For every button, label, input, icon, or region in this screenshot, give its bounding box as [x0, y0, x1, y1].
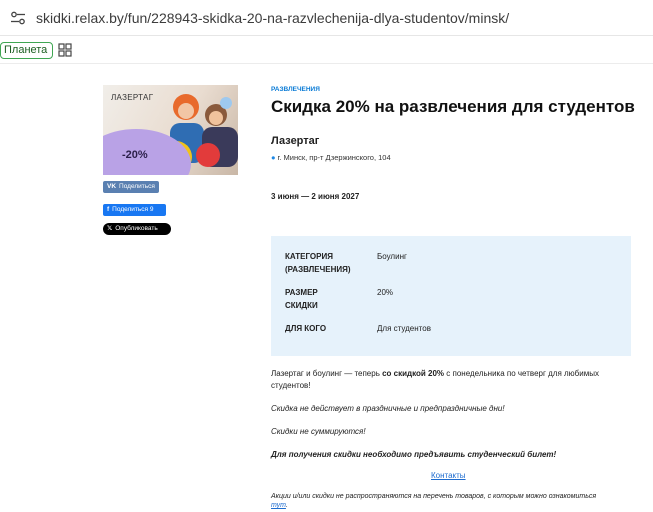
place-name[interactable]: Лазертаг: [271, 135, 319, 147]
category-link[interactable]: РАЗВЛЕЧЕНИЯ: [271, 86, 320, 93]
description-paragraph: Лазертаг и боулинг — теперь со скидкой 2…: [271, 369, 599, 390]
share-x-button[interactable]: 𝕏 Опубликовать: [103, 223, 171, 235]
bookmarks-bar: Планета: [0, 36, 653, 64]
address-text: г. Минск, пр-т Дзержинского, 104: [277, 153, 391, 162]
address: ● г. Минск, пр-т Дзержинского, 104: [271, 153, 391, 162]
location-pin-icon: ●: [271, 153, 276, 162]
address-bar[interactable]: skidki.relax.by/fun/228943-skidka-20-na-…: [0, 0, 653, 36]
note-holidays: Скидка не действует в праздничные и пред…: [271, 404, 505, 413]
info-label-for: ДЛЯ КОГО: [285, 324, 327, 333]
x-icon: 𝕏: [107, 225, 113, 232]
apps-grid-icon[interactable]: [58, 43, 72, 57]
hero-tag: ЛАЗЕРТАГ: [111, 93, 154, 102]
facebook-icon: f: [107, 206, 110, 213]
site-settings-icon[interactable]: [10, 11, 26, 25]
share-vk-button[interactable]: VK Поделиться: [103, 181, 159, 193]
deal-info-box: КАТЕГОРИЯ (РАЗВЛЕЧЕНИЯ) Боулинг РАЗМЕР СКИ…: [271, 236, 631, 356]
deal-image: ЛАЗЕРТАГ -20%: [103, 85, 238, 175]
share-fb-label: Поделиться 9: [112, 206, 154, 213]
info-value-for: Для студентов: [377, 324, 431, 333]
share-x-label: Опубликовать: [115, 225, 158, 232]
share-facebook-button[interactable]: f Поделиться 9: [103, 204, 166, 216]
footnote: Акции и/или скидки не распространяются н…: [271, 493, 597, 509]
note-student-card: Для получения скидки необходимо предъяви…: [271, 450, 557, 459]
note-not-cumulative: Скидки не суммируются!: [271, 427, 366, 436]
contacts-link[interactable]: Контакты: [431, 471, 466, 480]
url-text[interactable]: skidki.relax.by/fun/228943-skidka-20-na-…: [36, 10, 509, 26]
share-vk-label: Поделиться: [119, 183, 155, 190]
info-value-size: 20%: [377, 288, 394, 297]
page-title: Скидка 20% на развлечения для студентов: [271, 97, 635, 116]
vk-icon: VK: [107, 183, 117, 190]
footnote-link[interactable]: тут: [271, 502, 286, 509]
hero-discount: -20%: [122, 149, 148, 161]
bookmark-planeta[interactable]: Планета: [0, 42, 54, 59]
info-label-category: КАТЕГОРИЯ (РАЗВЛЕЧЕНИЯ): [285, 252, 351, 274]
info-label-size: РАЗМЕР СКИДКИ: [285, 288, 318, 310]
deal-dates: 3 июня — 2 июня 2027: [271, 192, 360, 201]
info-value-category: Боулинг: [377, 252, 407, 261]
